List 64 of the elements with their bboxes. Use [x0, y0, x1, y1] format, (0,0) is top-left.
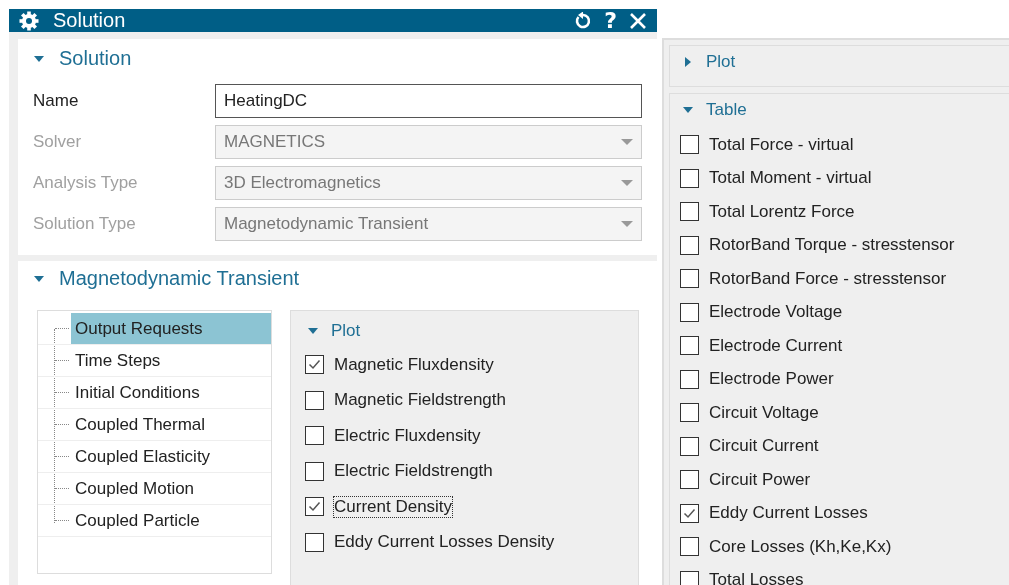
checkbox[interactable] — [305, 355, 324, 375]
checkbox-label[interactable]: Core Losses (Kh,Ke,Kx) — [708, 535, 893, 558]
input-field[interactable]: HeatingDC — [215, 84, 642, 118]
dropdown-arrow-icon[interactable] — [621, 138, 633, 146]
checkbox-label[interactable]: RotorBand Torque - stresstensor — [708, 234, 956, 257]
help-button[interactable]: ? — [602, 9, 619, 32]
field-label: Name — [32, 91, 80, 111]
group-title[interactable]: Table — [706, 100, 747, 120]
tree-item[interactable]: Time Steps — [71, 345, 271, 376]
section-title[interactable]: Magnetodynamic Transient — [59, 267, 300, 290]
group-title[interactable]: Plot — [331, 321, 361, 341]
checkbox[interactable] — [680, 369, 699, 389]
close-icon[interactable] — [629, 11, 647, 30]
checkbox-label[interactable]: Current Density — [333, 495, 454, 518]
checkbox[interactable] — [305, 497, 324, 517]
tree-item[interactable]: Coupled Particle — [71, 505, 271, 536]
dropdown-arrow-icon[interactable] — [621, 179, 633, 187]
checkbox[interactable] — [305, 390, 324, 410]
tree-item[interactable]: Output Requests — [71, 313, 271, 344]
checkbox[interactable] — [680, 503, 699, 523]
checkbox[interactable] — [680, 436, 699, 456]
group-title[interactable]: Plot — [706, 52, 736, 72]
dropdown-arrow-icon[interactable] — [621, 220, 633, 228]
checkbox[interactable] — [680, 570, 699, 585]
tree-item[interactable]: Initial Conditions — [71, 377, 271, 408]
checkbox-label[interactable]: Circuit Voltage — [708, 401, 820, 424]
checkbox[interactable] — [680, 470, 699, 490]
checkbox-label[interactable]: Electrode Voltage — [708, 301, 844, 324]
checkbox-label[interactable]: Electrode Power — [708, 368, 835, 391]
tree-item[interactable]: Coupled Motion — [71, 473, 271, 504]
checkbox[interactable] — [680, 537, 699, 557]
checkbox[interactable] — [680, 235, 699, 255]
checkbox-label[interactable]: Circuit Power — [708, 468, 812, 491]
checkbox[interactable] — [680, 269, 699, 289]
reset-icon[interactable] — [574, 11, 593, 30]
field-label: Solver — [32, 132, 83, 152]
checkbox-label[interactable]: Total Lorentz Force — [708, 200, 856, 223]
checkbox-label[interactable]: Circuit Current — [708, 435, 820, 458]
checkbox-label[interactable]: Magnetic Fluxdensity — [333, 353, 495, 376]
checkbox-label[interactable]: Eddy Current Losses — [708, 502, 869, 525]
checkbox[interactable] — [680, 202, 699, 222]
checkbox-label[interactable]: Electric Fieldstrength — [333, 460, 494, 483]
checkbox[interactable] — [680, 336, 699, 356]
checkbox-label[interactable]: Total Losses — [708, 569, 805, 585]
tree-item[interactable]: Coupled Elasticity — [71, 441, 271, 472]
tree-item[interactable]: Coupled Thermal — [71, 409, 271, 440]
checkbox[interactable] — [305, 461, 324, 481]
window-title: Solution — [53, 9, 127, 32]
checkbox-label[interactable]: Magnetic Fieldstrength — [333, 389, 507, 412]
checkbox[interactable] — [680, 403, 699, 423]
checkbox[interactable] — [305, 426, 324, 446]
checkbox-label[interactable]: RotorBand Force - stresstensor — [708, 267, 948, 290]
checkbox[interactable] — [680, 302, 699, 322]
checkbox-label[interactable]: Electric Fluxdensity — [333, 424, 482, 447]
checkbox-label[interactable]: Electrode Current — [708, 334, 844, 357]
checkbox[interactable] — [680, 135, 699, 155]
checkbox-label[interactable]: Total Moment - virtual — [708, 167, 873, 190]
checkbox[interactable] — [680, 168, 699, 188]
field-label: Analysis Type — [32, 173, 139, 193]
checkbox[interactable] — [305, 532, 324, 552]
section-title[interactable]: Solution — [59, 47, 132, 70]
field-label: Solution Type — [32, 214, 137, 234]
checkbox-label[interactable]: Total Force - virtual — [708, 133, 855, 156]
checkbox-label[interactable]: Eddy Current Losses Density — [333, 531, 556, 554]
